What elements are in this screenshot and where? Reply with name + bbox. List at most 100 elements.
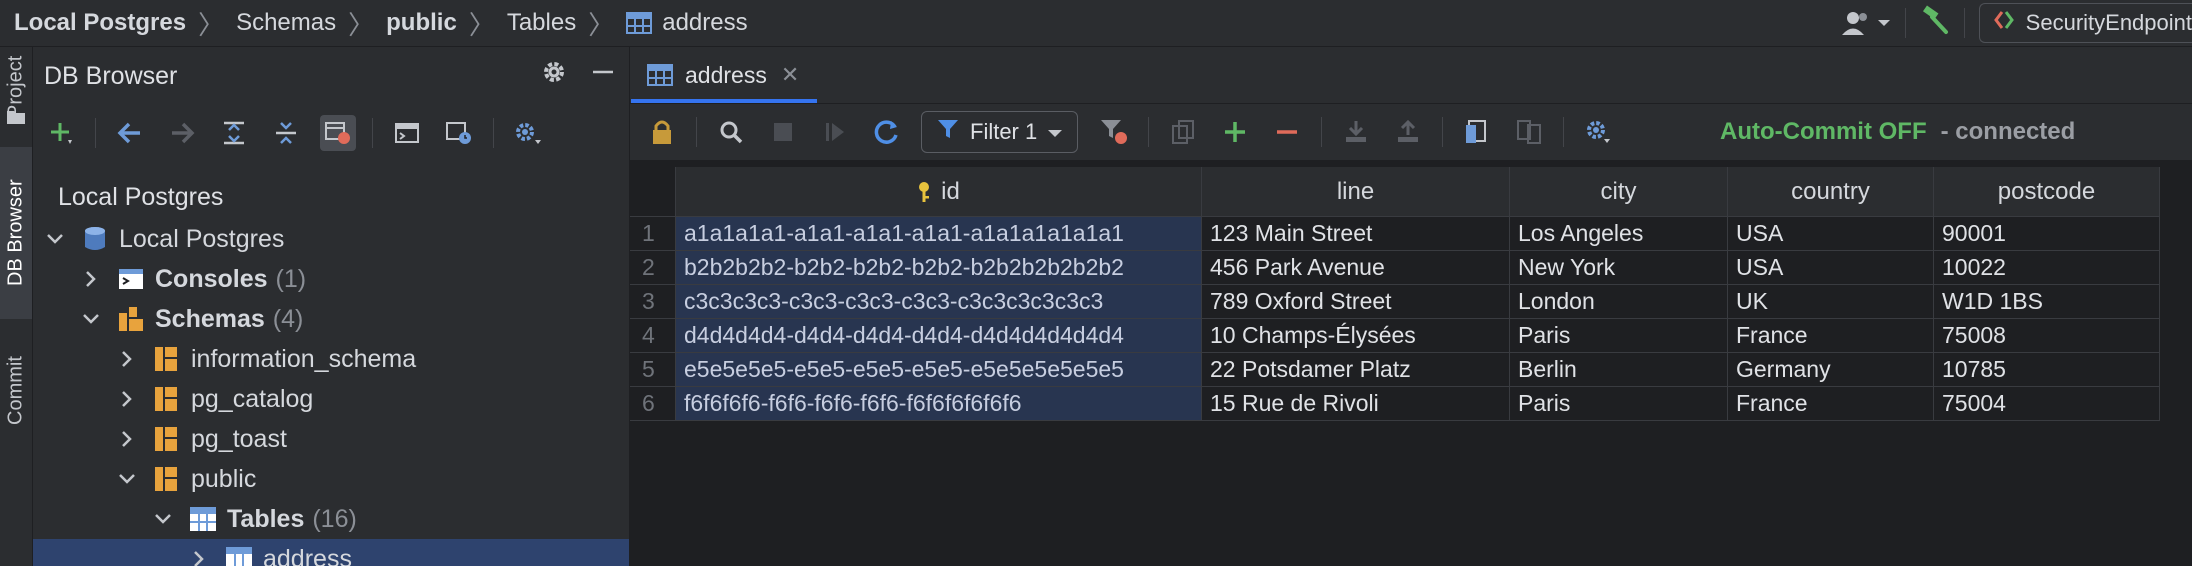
column-header-postcode[interactable]: postcode (1934, 167, 2160, 217)
table-row[interactable]: 1 a1a1a1a1-a1a1-a1a1-a1a1-a1a1a1a1a1a1 1… (630, 217, 2160, 251)
cell-postcode[interactable]: 10785 (1934, 353, 2160, 387)
tree-item-schema[interactable]: pg_toast (33, 419, 629, 459)
cell-postcode[interactable]: 75004 (1934, 387, 2160, 421)
tool-window-commit[interactable]: Commit (0, 341, 32, 441)
breadcrumb-item-schema[interactable]: public (386, 9, 457, 37)
compare-icon[interactable] (1511, 114, 1547, 150)
column-header-line[interactable]: line (1202, 167, 1510, 217)
duplicate-row-icon[interactable] (1165, 114, 1201, 150)
row-number[interactable]: 1 (630, 217, 676, 251)
cell-postcode[interactable]: 10022 (1934, 251, 2160, 285)
settings-icon[interactable] (510, 115, 546, 151)
breadcrumb-item-tables[interactable]: Tables (507, 9, 576, 37)
user-account-icon[interactable] (1841, 10, 1891, 36)
cell-line[interactable]: 22 Potsdamer Platz (1202, 353, 1510, 387)
cell-line[interactable]: 10 Champs-Élysées (1202, 319, 1510, 353)
cell-postcode[interactable]: 75008 (1934, 319, 2160, 353)
cell-line[interactable]: 123 Main Street (1202, 217, 1510, 251)
navigate-forward-icon[interactable] (164, 115, 200, 151)
chevron-right-icon[interactable] (117, 429, 137, 449)
cell-country[interactable]: France (1728, 387, 1934, 421)
lock-icon[interactable] (644, 114, 680, 150)
column-header-id[interactable]: id (676, 167, 1202, 217)
cell-id[interactable]: e5e5e5e5-e5e5-e5e5-e5e5-e5e5e5e5e5e5 (676, 353, 1202, 387)
table-row[interactable]: 2 b2b2b2b2-b2b2-b2b2-b2b2-b2b2b2b2b2b2 4… (630, 251, 2160, 285)
cell-city[interactable]: New York (1510, 251, 1728, 285)
tree-item-schema[interactable]: pg_catalog (33, 379, 629, 419)
tool-window-db-browser[interactable]: DB Browser (0, 147, 32, 319)
cell-postcode[interactable]: 90001 (1934, 217, 2160, 251)
row-number[interactable]: 2 (630, 251, 676, 285)
cell-city[interactable]: Paris (1510, 387, 1728, 421)
cell-id[interactable]: b2b2b2b2-b2b2-b2b2-b2b2-b2b2b2b2b2b2 (676, 251, 1202, 285)
gear-icon[interactable] (541, 59, 567, 90)
chevron-right-icon[interactable] (117, 389, 137, 409)
cell-id[interactable]: c3c3c3c3-c3c3-c3c3-c3c3-c3c3c3c3c3c3 (676, 285, 1202, 319)
search-icon[interactable] (713, 114, 749, 150)
column-header-country[interactable]: country (1728, 167, 1934, 217)
cell-postcode[interactable]: W1D 1BS (1934, 285, 2160, 319)
table-row[interactable]: 5 e5e5e5e5-e5e5-e5e5-e5e5-e5e5e5e5e5e5 2… (630, 353, 2160, 387)
row-number[interactable]: 6 (630, 387, 676, 421)
cell-line[interactable]: 789 Oxford Street (1202, 285, 1510, 319)
chevron-right-icon[interactable] (117, 349, 137, 369)
table-row[interactable]: 4 d4d4d4d4-d4d4-d4d4-d4d4-d4d4d4d4d4d4 1… (630, 319, 2160, 353)
cell-city[interactable]: London (1510, 285, 1728, 319)
autocommit-status[interactable]: Auto-Commit OFF - connected (1720, 118, 2075, 146)
tree-item-tables[interactable]: Tables (16) (33, 499, 629, 539)
table-row[interactable]: 3 c3c3c3c3-c3c3-c3c3-c3c3-c3c3c3c3c3c3 7… (630, 285, 2160, 319)
breadcrumb-item-table[interactable]: address (662, 9, 747, 37)
breadcrumb-item-schemas[interactable]: Schemas (236, 9, 336, 37)
table-row[interactable]: 6 f6f6f6f6-f6f6-f6f6-f6f6-f6f6f6f6f6f6 1… (630, 387, 2160, 421)
cell-id[interactable]: d4d4d4d4-d4d4-d4d4-d4d4-d4d4d4d4d4d4 (676, 319, 1202, 353)
tree-item-connection[interactable]: Local Postgres (33, 219, 629, 259)
cell-id[interactable]: f6f6f6f6-f6f6-f6f6-f6f6-f6f6f6f6f6f6 (676, 387, 1202, 421)
execute-icon[interactable] (817, 114, 853, 150)
rollback-icon[interactable] (1390, 114, 1426, 150)
close-icon[interactable]: ✕ (781, 62, 799, 88)
chevron-down-icon[interactable] (45, 229, 65, 249)
run-configuration-selector[interactable]: SecurityEndpoint (1978, 3, 2192, 43)
reload-icon[interactable] (869, 114, 905, 150)
delete-row-icon[interactable] (1269, 114, 1305, 150)
cell-line[interactable]: 15 Rue de Rivoli (1202, 387, 1510, 421)
record-view-icon[interactable] (1459, 114, 1495, 150)
collapse-all-icon[interactable] (268, 115, 304, 151)
expand-all-icon[interactable] (216, 115, 252, 151)
tree-item-schema-public[interactable]: public (33, 459, 629, 499)
commit-icon[interactable] (1338, 114, 1374, 150)
cell-country[interactable]: Germany (1728, 353, 1934, 387)
row-number[interactable]: 5 (630, 353, 676, 387)
column-header-city[interactable]: city (1510, 167, 1728, 217)
tree-item-consoles[interactable]: Consoles (1) (33, 259, 629, 299)
open-console-icon[interactable] (389, 115, 425, 151)
cell-id[interactable]: a1a1a1a1-a1a1-a1a1-a1a1-a1a1a1a1a1a1 (676, 217, 1202, 251)
clear-filter-icon[interactable] (1096, 114, 1132, 150)
session-history-icon[interactable] (441, 115, 477, 151)
filter-dropdown[interactable]: Filter 1 (921, 111, 1079, 153)
cell-city[interactable]: Los Angeles (1510, 217, 1728, 251)
cell-city[interactable]: Paris (1510, 319, 1728, 353)
add-row-icon[interactable] (1217, 114, 1253, 150)
chevron-down-icon[interactable] (117, 469, 137, 489)
tab-address[interactable]: address ✕ (631, 47, 817, 103)
chevron-down-icon[interactable] (153, 509, 173, 529)
cell-country[interactable]: USA (1728, 251, 1934, 285)
breadcrumb-item-connection[interactable]: Local Postgres (14, 9, 186, 37)
cell-city[interactable]: Berlin (1510, 353, 1728, 387)
tree-item-table-address[interactable]: address (33, 539, 629, 566)
cell-line[interactable]: 456 Park Avenue (1202, 251, 1510, 285)
add-connection-icon[interactable] (43, 115, 79, 151)
tree-item-schema[interactable]: information_schema (33, 339, 629, 379)
chevron-right-icon[interactable] (189, 549, 209, 566)
cell-country[interactable]: France (1728, 319, 1934, 353)
cell-country[interactable]: UK (1728, 285, 1934, 319)
cell-country[interactable]: USA (1728, 217, 1934, 251)
row-number[interactable]: 4 (630, 319, 676, 353)
settings-icon[interactable] (1580, 114, 1616, 150)
chevron-right-icon[interactable] (81, 269, 101, 289)
row-number[interactable]: 3 (630, 285, 676, 319)
chevron-down-icon[interactable] (81, 309, 101, 329)
stop-icon[interactable] (765, 114, 801, 150)
show-objects-icon[interactable] (320, 115, 356, 151)
